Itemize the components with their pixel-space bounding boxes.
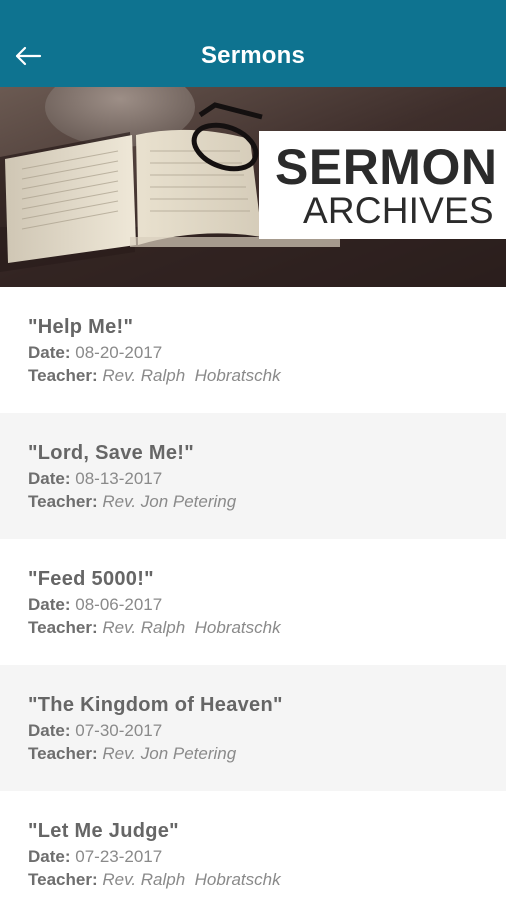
- sermon-teacher-row: Teacher: Rev. Jon Petering: [28, 742, 506, 765]
- sermon-item[interactable]: "Help Me!" Date: 08-20-2017 Teacher: Rev…: [0, 287, 506, 413]
- sermon-date-row: Date: 08-13-2017: [28, 467, 506, 490]
- sermon-list: "Help Me!" Date: 08-20-2017 Teacher: Rev…: [0, 287, 506, 917]
- sermon-date-row: Date: 07-23-2017: [28, 845, 506, 868]
- teacher-label: Teacher:: [28, 492, 98, 511]
- date-label: Date:: [28, 721, 71, 740]
- teacher-label: Teacher:: [28, 366, 98, 385]
- sermon-teacher: Rev. Ralph Hobratschk: [102, 870, 281, 889]
- sermon-teacher: Rev. Ralph Hobratschk: [102, 618, 281, 637]
- date-label: Date:: [28, 595, 71, 614]
- sermon-item[interactable]: "Let Me Judge" Date: 07-23-2017 Teacher:…: [0, 791, 506, 917]
- sermon-item[interactable]: "Lord, Save Me!" Date: 08-13-2017 Teache…: [0, 413, 506, 539]
- sermon-teacher-row: Teacher: Rev. Ralph Hobratschk: [28, 364, 506, 387]
- date-label: Date:: [28, 847, 71, 866]
- app-bar: Sermons: [0, 0, 506, 87]
- sermon-date: 08-20-2017: [75, 343, 163, 362]
- teacher-label: Teacher:: [28, 870, 98, 889]
- sermon-teacher-row: Teacher: Rev. Ralph Hobratschk: [28, 868, 506, 891]
- sermon-item[interactable]: "The Kingdom of Heaven" Date: 07-30-2017…: [0, 665, 506, 791]
- date-label: Date:: [28, 469, 71, 488]
- sermon-archives-banner: SERMON ARCHIVES: [0, 87, 506, 287]
- sermon-teacher: Rev. Ralph Hobratschk: [102, 366, 281, 385]
- page-title: Sermons: [200, 42, 306, 69]
- banner-subtitle: ARCHIVES: [303, 190, 494, 231]
- sermon-date: 08-06-2017: [75, 595, 163, 614]
- sermon-date: 07-30-2017: [75, 721, 163, 740]
- sermon-title: "Lord, Save Me!": [28, 442, 195, 464]
- sermon-date: 07-23-2017: [75, 847, 163, 866]
- sermon-teacher-row: Teacher: Rev. Ralph Hobratschk: [28, 616, 506, 639]
- sermon-title: "The Kingdom of Heaven": [28, 694, 283, 716]
- sermon-date-row: Date: 08-06-2017: [28, 593, 506, 616]
- sermon-teacher-row: Teacher: Rev. Jon Petering: [28, 490, 506, 513]
- teacher-label: Teacher:: [28, 618, 98, 637]
- sermon-item[interactable]: "Feed 5000!" Date: 08-06-2017 Teacher: R…: [0, 539, 506, 665]
- sermon-date-row: Date: 07-30-2017: [28, 719, 506, 742]
- date-label: Date:: [28, 343, 71, 362]
- sermon-title: "Feed 5000!": [28, 568, 154, 590]
- sermon-date: 08-13-2017: [75, 469, 163, 488]
- banner-label: SERMON ARCHIVES: [259, 131, 506, 239]
- banner-title: SERMON: [275, 139, 498, 195]
- sermon-teacher: Rev. Jon Petering: [102, 492, 237, 511]
- sermon-title: "Help Me!": [28, 316, 134, 338]
- sermon-teacher: Rev. Jon Petering: [102, 744, 237, 763]
- sermon-date-row: Date: 08-20-2017: [28, 341, 506, 364]
- teacher-label: Teacher:: [28, 744, 98, 763]
- sermon-title: "Let Me Judge": [28, 820, 179, 842]
